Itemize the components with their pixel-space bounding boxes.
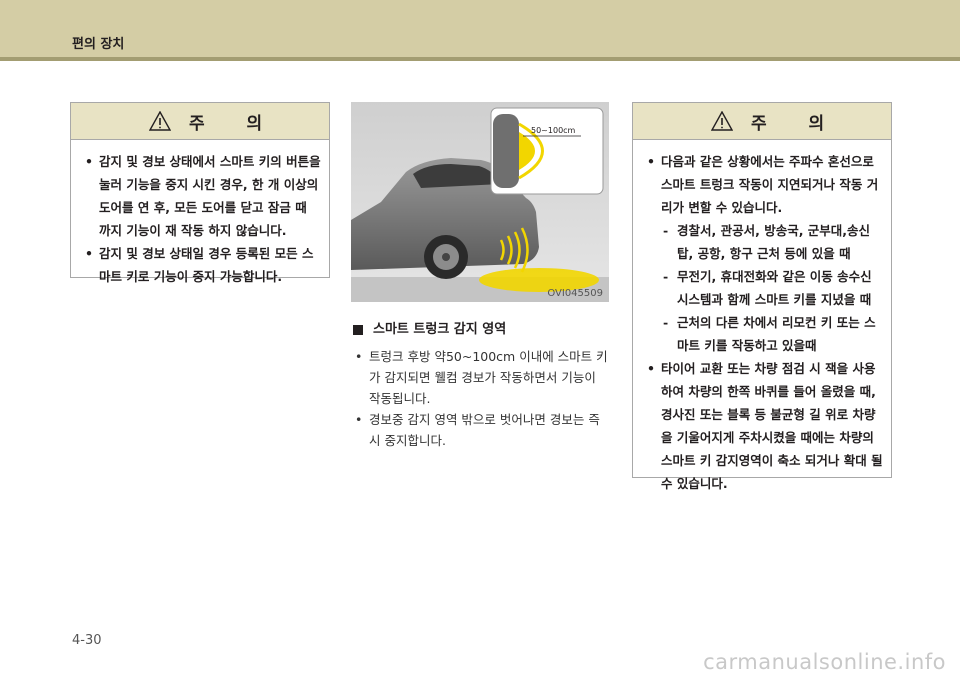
- caution-header: 주 의: [71, 103, 329, 140]
- section-title: 스마트 트렁크 감지 영역: [373, 322, 507, 337]
- car-illustration: 50~100cm: [351, 102, 609, 302]
- caution-header: 주 의: [633, 103, 891, 140]
- header-band: 편의 장치: [0, 0, 960, 57]
- page-number: 4-30: [72, 633, 102, 648]
- section-item: 경보중 감지 영역 밖으로 벗어나면 경보는 즉시 중지합니다.: [355, 409, 611, 451]
- range-label: 50~100cm: [531, 126, 576, 135]
- caution-item: 감지 및 경보 상태에서 스마트 키의 버튼을 눌러 기능을 중지 시킨 경우,…: [85, 150, 321, 242]
- detection-area-section: 스마트 트렁크 감지 영역 트렁크 후방 약50~100cm 이내에 스마트 키…: [351, 320, 611, 451]
- caution-heading: 주 의: [751, 114, 843, 134]
- caution-subitem: 근처의 다른 차에서 리모컨 키 또는 스마트 키를 작동하고 있을때: [647, 311, 883, 357]
- section-heading: 스마트 트렁크 감지 영역: [351, 320, 611, 340]
- warning-triangle-icon: [149, 111, 171, 131]
- caution-item: 타이어 교환 또는 차량 점검 시 잭을 사용하여 차량의 한쪽 바퀴를 들어 …: [647, 357, 883, 495]
- caution-box-left: 주 의 감지 및 경보 상태에서 스마트 키의 버튼을 눌러 기능을 중지 시킨…: [70, 102, 330, 284]
- caution-box-right: 주 의 다음과 같은 상황에서는 주파수 혼선으로 스마트 트렁크 작동이 지연…: [632, 102, 892, 491]
- caution-list: 다음과 같은 상황에서는 주파수 혼선으로 스마트 트렁크 작동이 지연되거나 …: [633, 140, 891, 495]
- caution-subitem: 경찰서, 관공서, 방송국, 군부대,송신탑, 공항, 항구 근처 등에 있을 …: [647, 219, 883, 265]
- square-bullet-icon: [353, 325, 363, 335]
- caution-subitem: 무전기, 휴대전화와 같은 이동 송수신 시스템과 함께 스마트 키를 지녔을 …: [647, 265, 883, 311]
- caution-list: 감지 및 경보 상태에서 스마트 키의 버튼을 눌러 기능을 중지 시킨 경우,…: [71, 140, 329, 288]
- caution-item: 감지 및 경보 상태일 경우 등록된 모든 스마트 키로 기능이 중지 가능합니…: [85, 242, 321, 288]
- section-list: 트렁크 후방 약50~100cm 이내에 스마트 키가 감지되면 웰컴 경보가 …: [351, 346, 611, 451]
- caution-heading: 주 의: [189, 114, 281, 134]
- figure-code: OVI045509: [547, 288, 603, 299]
- watermark: carmanualsonline.info: [703, 650, 946, 674]
- caution-item: 다음과 같은 상황에서는 주파수 혼선으로 스마트 트렁크 작동이 지연되거나 …: [647, 150, 883, 219]
- warning-triangle-icon: [711, 111, 733, 131]
- trunk-detection-figure: 50~100cm OVI045509: [351, 102, 609, 302]
- section-item: 트렁크 후방 약50~100cm 이내에 스마트 키가 감지되면 웰컴 경보가 …: [355, 346, 611, 409]
- chapter-title: 편의 장치: [72, 37, 125, 52]
- header-rule: [0, 57, 960, 61]
